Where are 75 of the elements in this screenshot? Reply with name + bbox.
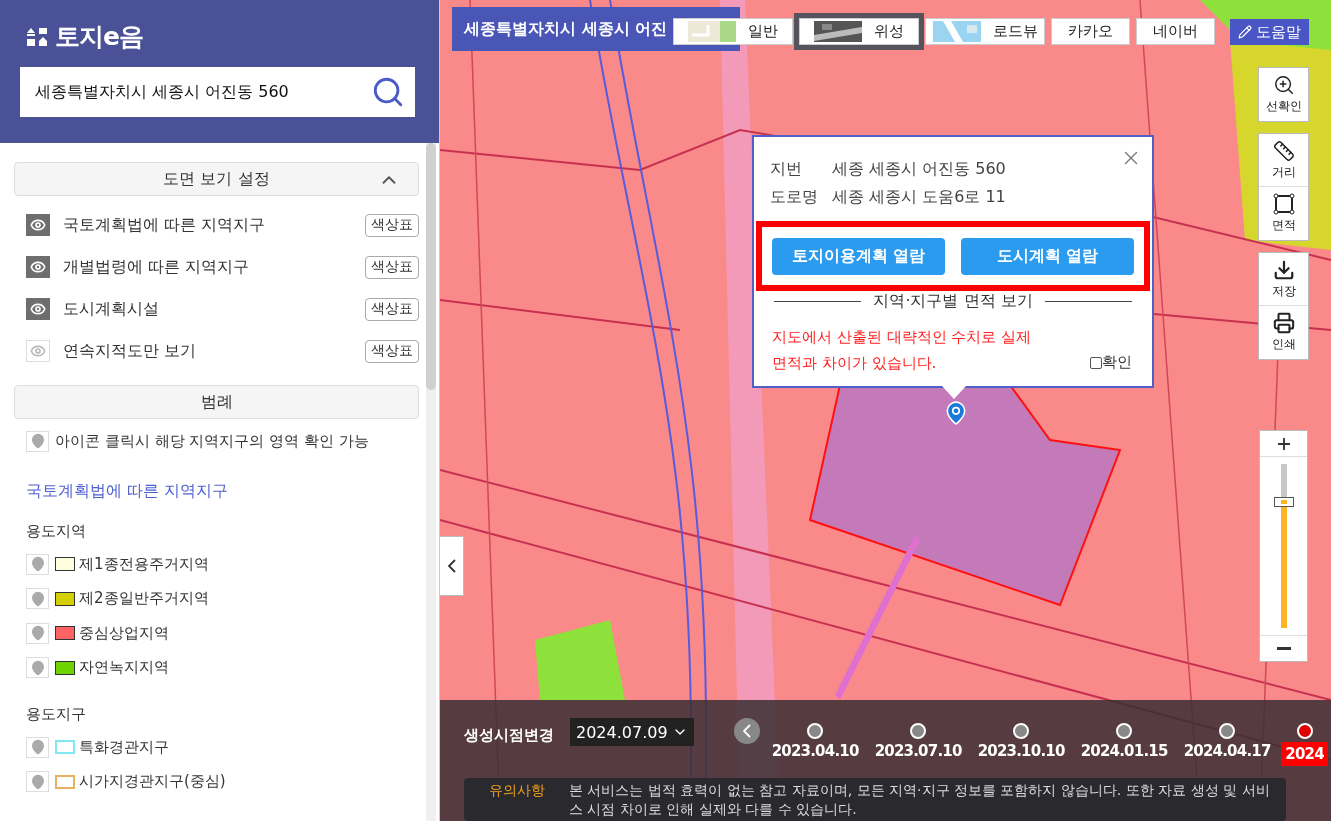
timeline-dot[interactable]: [1116, 723, 1133, 739]
previous-button[interactable]: [733, 718, 760, 744]
map-thumbnail-icon: [814, 21, 862, 42]
timeline-dot[interactable]: [807, 723, 824, 739]
timeline-dot[interactable]: [1296, 723, 1313, 739]
legend-label: 제2종일반주거지역: [79, 589, 209, 609]
field-label: 지번: [770, 158, 803, 180]
timeline-dot[interactable]: [910, 723, 927, 739]
date-dropdown[interactable]: 2024.07.09: [570, 718, 694, 746]
section-title: 지역·지구별 면적 보기: [873, 291, 1033, 312]
layer-label: 연속지적도만 보기: [63, 340, 198, 362]
confirm-checkbox[interactable]: 확인: [1090, 353, 1132, 376]
map-type-tab[interactable]: 카카오: [1051, 18, 1130, 45]
search-field[interactable]: 세종특별자치시 세종시 어진동 560: [33, 81, 371, 103]
section-header[interactable]: 범례: [14, 385, 419, 419]
search-button[interactable]: [371, 75, 405, 109]
collapse-button[interactable]: [440, 536, 464, 596]
legend-label: 특화경관지구: [79, 737, 169, 757]
section-header[interactable]: 도면 보기 설정: [14, 162, 419, 196]
layer-label: 국토계획법에 따른 지역지구: [63, 214, 267, 236]
timeline-dot[interactable]: [1219, 723, 1236, 739]
legend-label: 중심상업지역: [79, 623, 169, 643]
scrollbar[interactable]: [426, 143, 436, 390]
timeline-date[interactable]: 2024: [1281, 742, 1328, 766]
square-icon: [1272, 193, 1295, 215]
timeline-date[interactable]: 2024.01.15: [1080, 742, 1168, 760]
timeline-dot[interactable]: [1013, 723, 1030, 739]
ruler-icon: [1272, 139, 1295, 162]
color-table-button[interactable]: 색상표: [365, 297, 419, 321]
warning-text: 지도에서 산출된 대략적인 수치로 실제 면적과 차이가 있습니다.: [772, 327, 1033, 374]
map-thumbnail-icon: [932, 21, 981, 42]
map-type-tab[interactable]: 일반: [673, 18, 793, 45]
timeline-label: 생성시점변경: [464, 726, 554, 745]
layer-label: 개별법령에 따른 지역지구: [63, 256, 251, 278]
download-icon: [1272, 258, 1295, 281]
map-thumbnail-icon: [688, 21, 736, 42]
legend-heading: 국토계획법에 따른 지역지구: [25, 481, 230, 502]
legend-label: 제1종전용주거지역: [79, 554, 209, 574]
eye-icon[interactable]: [26, 256, 50, 278]
timeline-date[interactable]: 2023.07.10: [874, 742, 962, 760]
field-label: 도로명: [770, 186, 819, 208]
timeline-date[interactable]: 2023.10.10: [977, 742, 1065, 760]
chevron-left-icon: [742, 724, 751, 738]
map-type-tab[interactable]: 로드뷰: [925, 18, 1045, 45]
color-table-button[interactable]: 색상표: [365, 255, 419, 279]
color-table-button[interactable]: 색상표: [365, 339, 419, 363]
pencil-icon: [1238, 25, 1252, 39]
printer-icon: [1272, 312, 1295, 334]
layer-label: 도시계획시설: [63, 298, 160, 320]
field-value: 세종 세종시 어진동 560: [832, 158, 1006, 180]
legend-note: 아이콘 클릭시 해당 지역지구의 영역 확인 가능: [55, 431, 369, 451]
help-button[interactable]: 도움말: [1230, 19, 1309, 45]
minus-icon: [1276, 647, 1291, 650]
notice-text: 본 서비스는 법적 효력이 없는 참고 자료이며, 모든 지역·지구 정보를 포함하지 않습니다. 또한 자료 생성 및 서비스 시점 차이로 인해 실제와 다를 수 있습니다.: [569, 781, 1271, 819]
zoom-in-icon: [1272, 74, 1295, 96]
search-box[interactable]: 세종특별자치시 세종시 어진동 560: [20, 67, 415, 117]
field-value: 세종 세종시 도움6로 11: [832, 186, 1006, 208]
group-title: 용도지구: [25, 705, 87, 724]
eye-icon[interactable]: [26, 298, 50, 320]
logo-text: 토지e음: [55, 21, 143, 53]
chevron-left-icon: [447, 559, 456, 573]
map-type-tab[interactable]: 네이버: [1136, 18, 1215, 45]
zoom-handle[interactable]: [1273, 496, 1294, 507]
notice-title: 유의사항: [489, 781, 545, 800]
search-icon: [371, 75, 405, 109]
section-title: 도면 보기 설정: [163, 168, 270, 190]
color-table-button[interactable]: 색상표: [365, 213, 419, 237]
group-title: 용도지역: [25, 522, 87, 541]
legend-label: 시가지경관지구(중심): [79, 772, 226, 792]
section-title: 범례: [200, 391, 233, 413]
timeline-date[interactable]: 2023.04.10: [771, 742, 859, 760]
timeline-date[interactable]: 2024.04.17: [1183, 742, 1271, 760]
pin-icon: [26, 430, 49, 452]
legend-label: 자연녹지지역: [79, 658, 169, 678]
eye-icon[interactable]: [26, 214, 50, 236]
